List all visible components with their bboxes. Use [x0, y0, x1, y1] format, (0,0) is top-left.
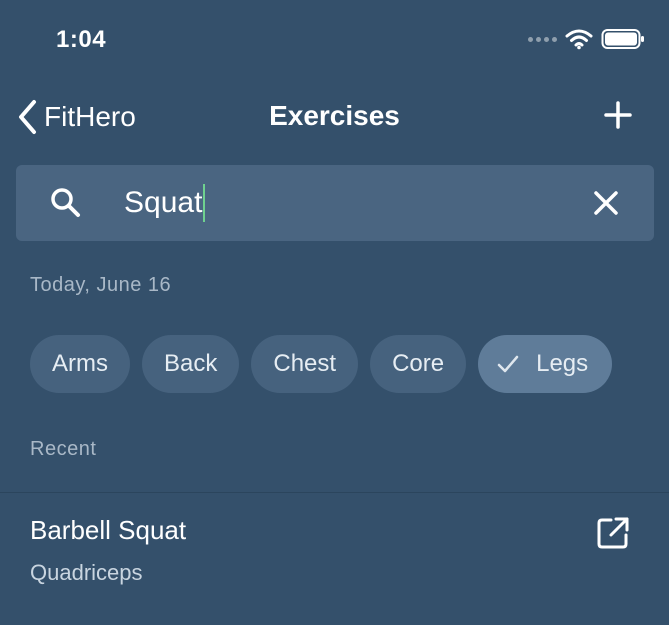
close-icon[interactable]	[592, 189, 620, 217]
signal-dots-icon	[528, 36, 557, 42]
filter-chip-back[interactable]: Back	[142, 335, 240, 393]
section-header-recent: Recent	[30, 438, 97, 460]
date-label: Today, June 16	[30, 274, 172, 296]
wifi-icon	[565, 29, 593, 50]
battery-icon	[601, 29, 644, 49]
filter-chip-chest[interactable]: Chest	[251, 335, 359, 393]
search-input[interactable]: Squat	[124, 177, 564, 229]
text-caret	[203, 184, 206, 222]
filter-chip-legs[interactable]: Legs	[478, 335, 613, 393]
checkmark-icon	[497, 355, 519, 373]
status-time: 1:04	[56, 26, 107, 53]
chip-label: Arms	[52, 350, 108, 377]
plus-icon	[604, 101, 632, 129]
chip-label: Core	[392, 350, 445, 377]
list-item[interactable]: Barbell Squat Quadriceps	[0, 493, 669, 625]
exercise-muscle-group: Quadriceps	[30, 560, 143, 585]
search-bar: Squat	[16, 165, 654, 241]
search-icon	[51, 188, 80, 217]
search-value: Squat	[124, 186, 203, 219]
exercise-title: Barbell Squat	[30, 515, 187, 545]
filter-chip-arms[interactable]: Arms	[30, 335, 130, 393]
page-title: Exercises	[269, 100, 400, 131]
chip-label: Legs	[536, 350, 589, 377]
exercises-screen: 1:04 FitHero Exercises Squat Today, June…	[0, 0, 669, 625]
open-external-icon[interactable]	[595, 515, 631, 551]
filter-chip-core[interactable]: Core	[370, 335, 467, 393]
chip-label: Chest	[273, 350, 337, 377]
chip-label: Back	[164, 350, 218, 377]
status-icons	[528, 28, 645, 50]
filter-chips: Arms Back Chest Core Legs	[30, 335, 613, 393]
add-button[interactable]	[603, 100, 633, 130]
